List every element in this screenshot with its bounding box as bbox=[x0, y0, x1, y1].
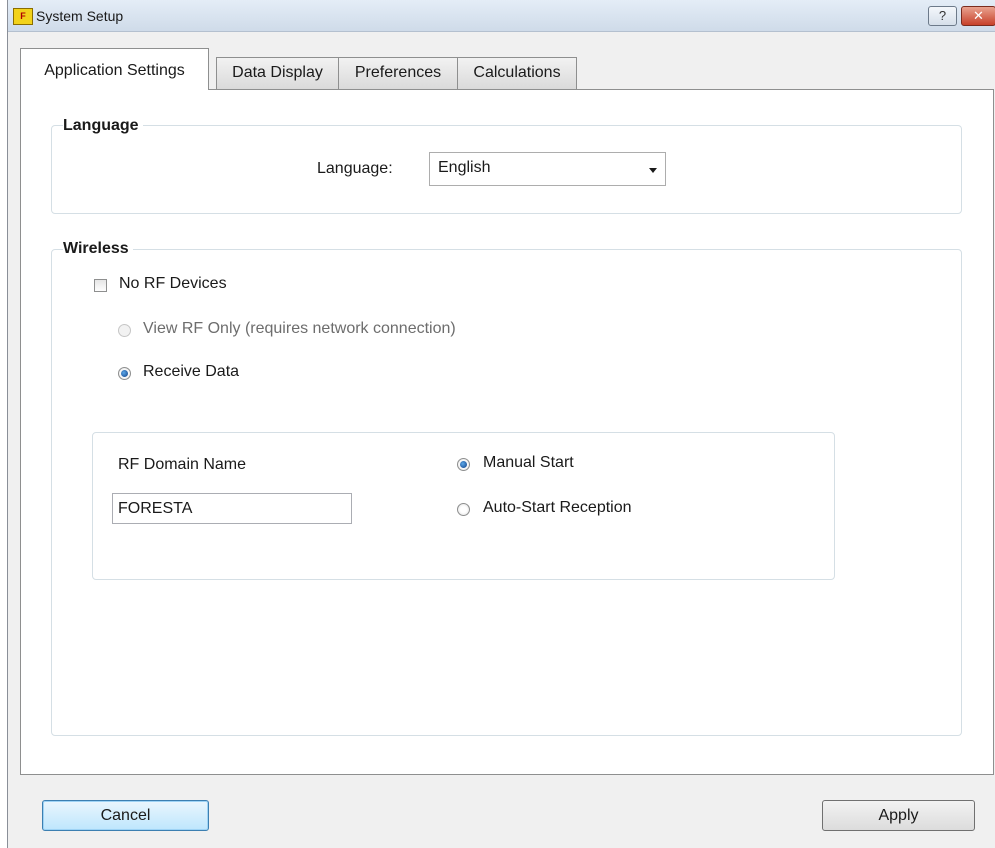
language-label: Language: bbox=[317, 160, 393, 177]
no-rf-devices-label: No RF Devices bbox=[119, 275, 227, 292]
receive-data-label: Receive Data bbox=[143, 363, 240, 380]
auto-start-reception-radio[interactable] bbox=[457, 503, 470, 516]
view-rf-only-label: View RF Only (requires network connectio… bbox=[143, 320, 456, 337]
window-title: System Setup bbox=[36, 8, 124, 24]
no-rf-devices-checkbox[interactable] bbox=[94, 279, 107, 292]
language-dropdown[interactable]: English bbox=[429, 152, 666, 186]
tab-calculations[interactable]: Calculations bbox=[457, 57, 577, 89]
close-button[interactable]: ✕ bbox=[961, 6, 995, 26]
auto-start-reception-label: Auto-Start Reception bbox=[483, 499, 632, 516]
app-icon-letter: F bbox=[20, 11, 26, 21]
manual-start-label: Manual Start bbox=[483, 454, 574, 471]
manual-start-radio[interactable] bbox=[457, 458, 470, 471]
title-bar: F System Setup ? ✕ bbox=[8, 0, 995, 32]
apply-button[interactable]: Apply bbox=[822, 800, 975, 831]
system-setup-window: F System Setup ? ✕ Application Settings … bbox=[7, 0, 995, 848]
app-icon: F bbox=[13, 8, 33, 25]
language-selected-value: English bbox=[438, 159, 491, 176]
language-group-title: Language bbox=[63, 117, 143, 135]
receive-data-radio[interactable] bbox=[118, 367, 131, 380]
cancel-button[interactable]: Cancel bbox=[42, 800, 209, 831]
chevron-down-icon bbox=[649, 168, 657, 173]
tab-panel-application-settings: Language Language: English Wireless No R… bbox=[20, 89, 994, 775]
tab-preferences[interactable]: Preferences bbox=[338, 57, 458, 89]
view-rf-only-radio[interactable] bbox=[118, 324, 131, 337]
rf-domain-name-input[interactable]: FORESTA bbox=[112, 493, 352, 524]
wireless-group-title: Wireless bbox=[63, 240, 133, 258]
tab-application-settings[interactable]: Application Settings bbox=[20, 48, 209, 90]
help-button[interactable]: ? bbox=[928, 6, 957, 26]
rf-domain-name-label: RF Domain Name bbox=[118, 456, 247, 473]
tab-data-display[interactable]: Data Display bbox=[216, 57, 339, 89]
